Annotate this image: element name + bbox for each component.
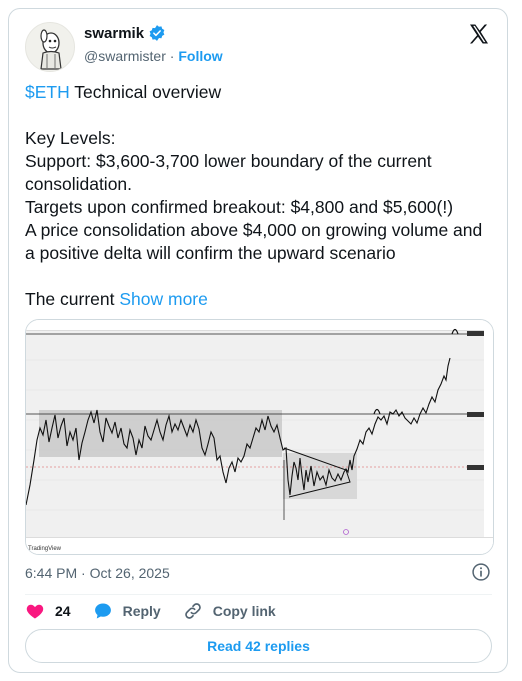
x-logo-icon[interactable]	[467, 22, 491, 46]
tradingview-watermark: TradingView	[28, 546, 62, 552]
separator: ·	[169, 48, 175, 64]
link-icon	[184, 603, 201, 619]
copy-link-label: Copy link	[212, 603, 276, 619]
like-button[interactable]: 24	[25, 601, 71, 621]
show-more-link[interactable]: Show more	[119, 289, 208, 309]
verified-badge-icon[interactable]	[148, 24, 166, 42]
info-icon[interactable]	[471, 562, 491, 582]
author-handle[interactable]: @swarmister	[84, 48, 166, 64]
action-bar: 24 Reply Copy link	[25, 601, 298, 621]
tweet-text: $ETH Technical overview Key Levels: Supp…	[25, 81, 495, 311]
avatar-drawing	[40, 29, 62, 70]
reply-label: Reply	[122, 603, 161, 619]
read-replies-button[interactable]: Read 42 replies	[25, 629, 492, 663]
like-count: 24	[55, 603, 71, 619]
cashtag-link[interactable]: $ETH	[25, 82, 70, 102]
avatar[interactable]	[25, 22, 75, 72]
follow-button[interactable]: Follow	[178, 48, 222, 64]
reply-button[interactable]: Reply	[93, 601, 161, 621]
copy-link-button[interactable]: Copy link	[183, 601, 276, 621]
reply-icon	[94, 603, 111, 619]
timestamp[interactable]: 6:44 PM · Oct 26, 2025	[25, 565, 170, 581]
heart-icon	[26, 604, 44, 619]
tweet-body: Technical overview Key Levels: Support: …	[25, 82, 483, 309]
author-display-name[interactable]: swarmik	[84, 25, 144, 42]
divider	[25, 594, 492, 595]
chart-image-drawing: TradingView	[26, 320, 493, 554]
author-name-row: swarmik	[84, 24, 166, 42]
handle-row: @swarmister · Follow	[84, 48, 223, 64]
tweet-card: swarmik @swarmister · Follow $ETH Techni…	[8, 8, 508, 673]
chart-image[interactable]: TradingView	[25, 319, 494, 555]
